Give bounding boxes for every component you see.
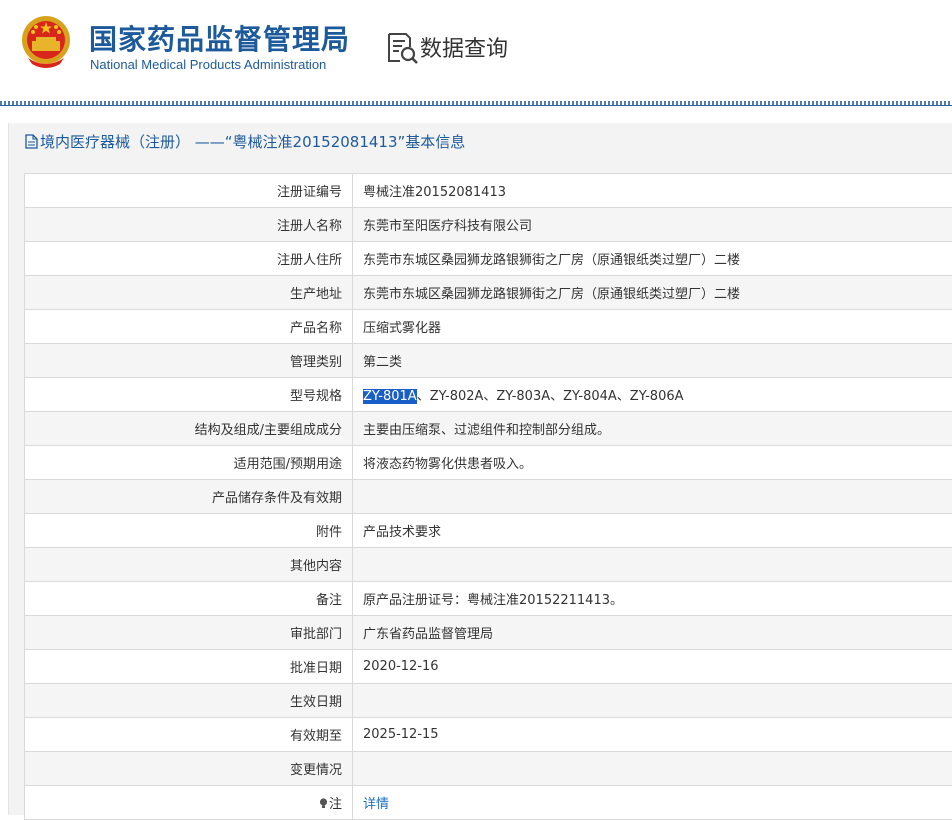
table-row: 注册证编号 粤械注准20152081413: [25, 174, 952, 208]
document-search-icon: [386, 31, 420, 65]
row-label: 产品名称: [25, 310, 353, 344]
row-value: 详情: [353, 786, 952, 820]
row-value: ZY-801A、ZY-802A、ZY-803A、ZY-804A、ZY-806A: [353, 378, 952, 412]
row-value: 粤械注准20152081413: [353, 174, 952, 208]
row-label: 型号规格: [25, 378, 353, 412]
document-icon: [25, 134, 38, 149]
row-label: 其他内容: [25, 548, 353, 582]
panel-title-text: 境内医疗器械（注册） ——“粤械注准20152081413”基本信息: [40, 131, 465, 152]
row-value: 东莞市至阳医疗科技有限公司: [353, 208, 952, 242]
row-value: 东莞市东城区桑园狮龙路银狮街之厂房（原通银纸类过塑厂）二楼: [353, 242, 952, 276]
row-label: 审批部门: [25, 616, 353, 650]
header-divider: [0, 101, 952, 106]
row-label: 批准日期: [25, 650, 353, 684]
row-label: 产品储存条件及有效期: [25, 480, 353, 514]
row-label: 附件: [25, 514, 353, 548]
national-emblem-icon: [20, 14, 72, 70]
site-header: 国家药品监督管理局 National Medical Products Admi…: [0, 0, 952, 100]
table-row: 批准日期 2020-12-16: [25, 650, 952, 684]
row-value: 主要由压缩泵、过滤组件和控制部分组成。: [353, 412, 952, 446]
detail-panel: 境内医疗器械（注册） ——“粤械注准20152081413”基本信息 注册证编号…: [8, 123, 952, 815]
row-label: 注册证编号: [25, 174, 353, 208]
row-value: 2025-12-15: [353, 718, 952, 752]
table-row: 产品储存条件及有效期: [25, 480, 952, 514]
table-row: 注 详情: [25, 786, 952, 820]
row-label-note: 注: [25, 786, 353, 820]
row-value: 2020-12-16: [353, 650, 952, 684]
table-row: 变更情况: [25, 752, 952, 786]
model-spec-rest: 、ZY-802A、ZY-803A、ZY-804A、ZY-806A: [417, 389, 684, 404]
table-row: 有效期至 2025-12-15: [25, 718, 952, 752]
row-value: 产品技术要求: [353, 514, 952, 548]
note-label: 注: [329, 797, 342, 812]
row-label: 有效期至: [25, 718, 353, 752]
table-row: 产品名称 压缩式雾化器: [25, 310, 952, 344]
row-value: [353, 480, 952, 514]
detail-table: 注册证编号 粤械注准20152081413 注册人名称 东莞市至阳医疗科技有限公…: [24, 173, 952, 820]
row-value: [353, 548, 952, 582]
row-value: 原产品注册证号：粤械注准20152211413。: [353, 582, 952, 616]
table-row: 生产地址 东莞市东城区桑园狮龙路银狮街之厂房（原通银纸类过塑厂）二楼: [25, 276, 952, 310]
row-value: [353, 752, 952, 786]
table-row: 其他内容: [25, 548, 952, 582]
details-link[interactable]: 详情: [363, 797, 389, 812]
row-value: 第二类: [353, 344, 952, 378]
row-label: 备注: [25, 582, 353, 616]
table-row: 型号规格 ZY-801A、ZY-802A、ZY-803A、ZY-804A、ZY-…: [25, 378, 952, 412]
agency-name-en: National Medical Products Administration: [90, 57, 326, 72]
row-label: 注册人住所: [25, 242, 353, 276]
table-row: 管理类别 第二类: [25, 344, 952, 378]
row-value: 东莞市东城区桑园狮龙路银狮街之厂房（原通银纸类过塑厂）二楼: [353, 276, 952, 310]
data-query-title: 数据查询: [420, 31, 508, 63]
row-value: 压缩式雾化器: [353, 310, 952, 344]
lightbulb-icon: [319, 798, 328, 809]
row-label: 生效日期: [25, 684, 353, 718]
table-row: 备注 原产品注册证号：粤械注准20152211413。: [25, 582, 952, 616]
table-row: 审批部门 广东省药品监督管理局: [25, 616, 952, 650]
row-label: 结构及组成/主要组成成分: [25, 412, 353, 446]
row-label: 管理类别: [25, 344, 353, 378]
table-row: 适用范围/预期用途 将液态药物雾化供患者吸入。: [25, 446, 952, 480]
table-row: 生效日期: [25, 684, 952, 718]
row-value: [353, 684, 952, 718]
row-label: 适用范围/预期用途: [25, 446, 353, 480]
row-label: 注册人名称: [25, 208, 353, 242]
table-row: 注册人住所 东莞市东城区桑园狮龙路银狮街之厂房（原通银纸类过塑厂）二楼: [25, 242, 952, 276]
row-label: 变更情况: [25, 752, 353, 786]
selected-text[interactable]: ZY-801A: [363, 389, 417, 404]
row-value: 将液态药物雾化供患者吸入。: [353, 446, 952, 480]
table-row: 附件 产品技术要求: [25, 514, 952, 548]
agency-name-cn: 国家药品监督管理局: [89, 18, 350, 58]
row-value: 广东省药品监督管理局: [353, 616, 952, 650]
table-row: 注册人名称 东莞市至阳医疗科技有限公司: [25, 208, 952, 242]
panel-title: 境内医疗器械（注册） ——“粤械注准20152081413”基本信息: [25, 131, 465, 152]
table-row: 结构及组成/主要组成成分 主要由压缩泵、过滤组件和控制部分组成。: [25, 412, 952, 446]
row-label: 生产地址: [25, 276, 353, 310]
